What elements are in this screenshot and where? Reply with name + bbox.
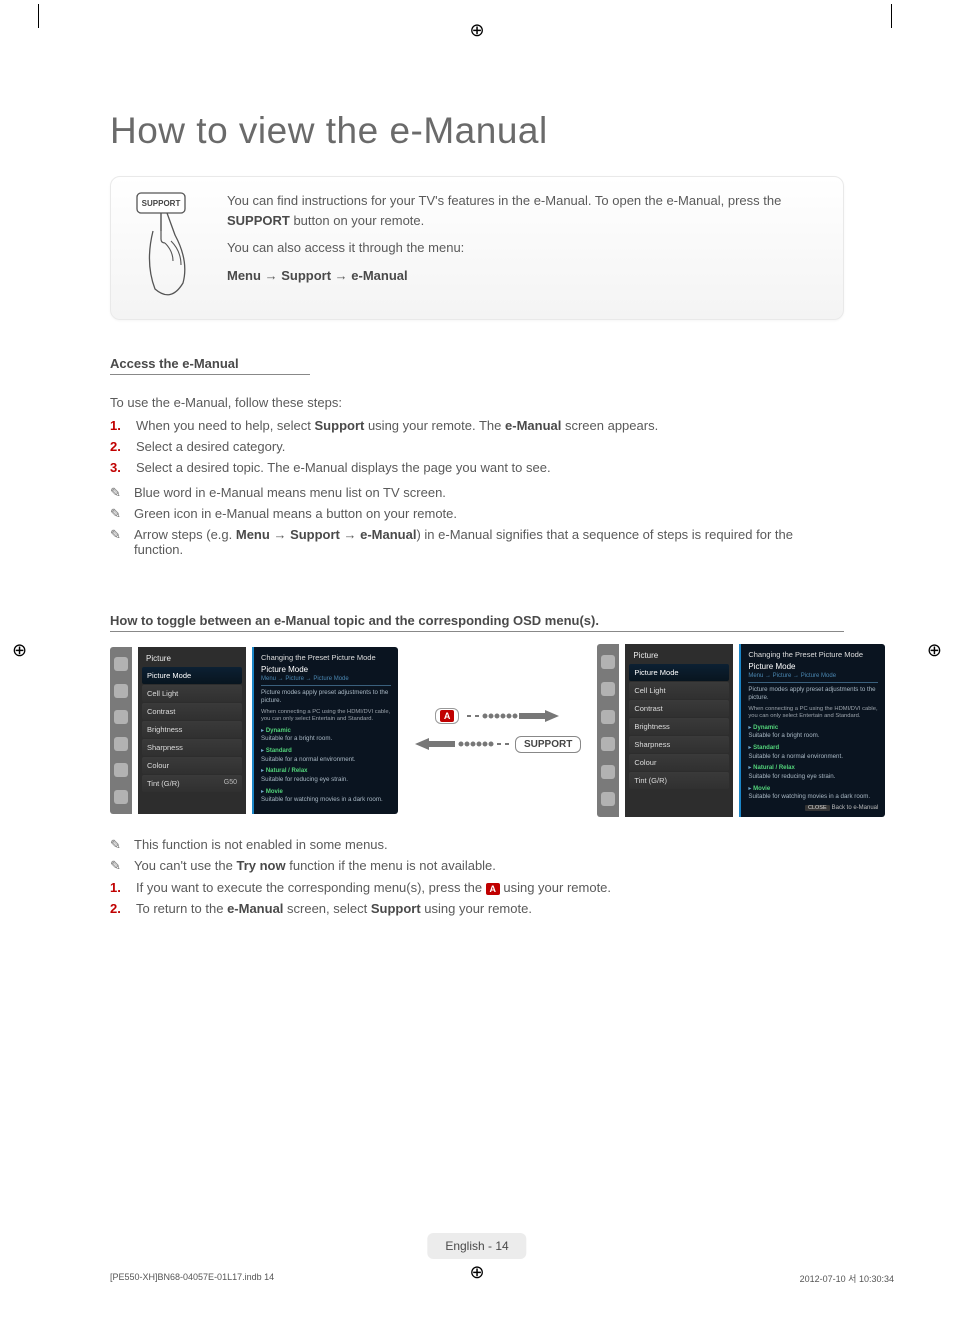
menu-row: Picture Mode [142,667,242,684]
arrow-left-icon [414,737,509,751]
section1-notes: ✎ Blue word in e-Manual means menu list … [110,485,844,557]
note-icon: ✎ [110,858,126,874]
arrow-right-icon [465,709,560,723]
imprint-right: 2012-07-10 서 10:30:34 [800,1272,894,1285]
sidebar-icon [114,684,128,698]
intro-path-c: e-Manual [351,268,407,283]
note-icon: ✎ [110,527,126,557]
step-1: 1. When you need to help, select Support… [110,418,844,433]
support-button-pill: SUPPORT [515,736,581,753]
red-a-icon: A [486,883,500,895]
sidebar-icon [114,710,128,724]
osd-detail-panel: Changing the Preset Picture Mode Picture… [739,644,885,817]
note-arrow-steps: ✎ Arrow steps (e.g. Menu → Support → e-M… [110,527,844,557]
sidebar-icon [601,737,615,751]
osd-compare-figure: Picture Picture Mode Cell Light Contrast… [110,644,844,817]
note-icon: ✎ [110,506,126,522]
intro-line1-bold: SUPPORT [227,213,290,228]
detail-path: Menu → Picture → Picture Mode [261,676,391,682]
menu-row: Brightness [629,718,729,735]
menu-row: Tint (G/R)G50 [142,775,242,792]
osd-menu-column: Picture Picture Mode Cell Light Contrast… [625,644,733,817]
menu-row: Picture Mode [629,664,729,681]
reg-mark-right: ⊕ [927,640,942,661]
step2-2: 2. To return to the e-Manual screen, sel… [110,901,844,916]
detail-descr: Picture modes apply preset adjustments t… [748,686,878,702]
detail-pc-note: When connecting a PC using the HDMI/DVI … [261,709,391,723]
intro-box: SUPPORT You can find instructions for yo… [110,176,844,320]
intro-text: You can find instructions for your TV's … [227,191,823,301]
sidebar-icon [601,682,615,696]
menu-row: Brightness [142,721,242,738]
reg-mark-top: ⊕ [469,20,484,41]
sidebar-icon [601,792,615,806]
remote-illustration: SUPPORT [125,191,205,301]
intro-path-b: Support [281,268,331,283]
osd-detail-panel: Changing the Preset Picture Mode Picture… [252,647,398,814]
sidebar-icon [114,657,128,671]
note-not-enabled: ✎ This function is not enabled in some m… [110,837,844,853]
note-blue-word: ✎ Blue word in e-Manual means menu list … [110,485,844,501]
step-2: 2. Select a desired category. [110,439,844,454]
page-body: How to view the e-Manual SUPPORT You can… [110,110,844,1261]
section1-heading: Access the e-Manual [110,356,310,375]
reg-mark-left: ⊕ [12,640,27,661]
osd-after: Picture Picture Mode Cell Light Contrast… [597,644,885,817]
sidebar-icon [114,763,128,777]
print-imprint: [PE550-XH]BN68-04057E-01L17.indb 14 2012… [110,1272,894,1285]
menu-row: Cell Light [142,685,242,702]
detail-title: Picture Mode [748,662,878,671]
menu-row: Tint (G/R) [629,772,729,789]
intro-path-a: Menu [227,268,261,283]
detail-title: Picture Mode [261,665,391,674]
osd-menu-column: Picture Picture Mode Cell Light Contrast… [138,647,246,814]
menu-row: Contrast [629,700,729,717]
step-3: 3. Select a desired topic. The e-Manual … [110,460,844,475]
menu-row: Sharpness [142,739,242,756]
detail-pc-note: When connecting a PC using the HDMI/DVI … [748,706,878,720]
sidebar-icon [601,655,615,669]
osd-before: Picture Picture Mode Cell Light Contrast… [110,647,398,814]
osd-sidebar [597,644,619,817]
note-icon: ✎ [110,485,126,501]
support-label-on-remote: SUPPORT [142,199,181,208]
menu-row: Contrast [142,703,242,720]
osd-sidebar [110,647,132,814]
intro-line2: You can also access it through the menu: [227,238,823,258]
section1-steps: 1. When you need to help, select Support… [110,418,844,475]
sidebar-icon [601,765,615,779]
menu-header: Picture [142,651,242,666]
section2-steps: 1. If you want to execute the correspond… [110,880,844,916]
step2-1: 1. If you want to execute the correspond… [110,880,844,895]
menu-header: Picture [629,648,729,663]
red-a-icon: A [440,710,454,722]
page-number-footer: English - 14 [427,1233,526,1259]
intro-line1-a: You can find instructions for your TV's … [227,193,781,208]
menu-row: Sharpness [629,736,729,753]
sidebar-icon [114,790,128,804]
menu-row: Colour [142,757,242,774]
detail-path: Menu → Picture → Picture Mode [748,673,878,679]
menu-row: Cell Light [629,682,729,699]
note-green-icon: ✎ Green icon in e-Manual means a button … [110,506,844,522]
a-button-pill: A [435,708,459,724]
page-title: How to view the e-Manual [110,110,844,152]
menu-row: Colour [629,754,729,771]
close-badge: CLOSE [805,805,830,811]
detail-panel-top-title: Changing the Preset Picture Mode [261,653,391,662]
sidebar-icon [601,710,615,724]
detail-descr: Picture modes apply preset adjustments t… [261,689,391,705]
imprint-left: [PE550-XH]BN68-04057E-01L17.indb 14 [110,1272,274,1285]
back-to-emanual-label: Back to e-Manual [832,805,879,811]
section1-lead: To use the e-Manual, follow these steps: [110,395,844,410]
center-key-column: A [410,708,585,753]
section2-heading: How to toggle between an e-Manual topic … [110,613,844,632]
section2-notes: ✎ This function is not enabled in some m… [110,837,844,874]
detail-panel-top-title: Changing the Preset Picture Mode [748,650,878,659]
sidebar-icon [114,737,128,751]
note-try-now: ✎ You can't use the Try now function if … [110,858,844,874]
note-icon: ✎ [110,837,126,853]
intro-line1-b: button on your remote. [290,213,424,228]
